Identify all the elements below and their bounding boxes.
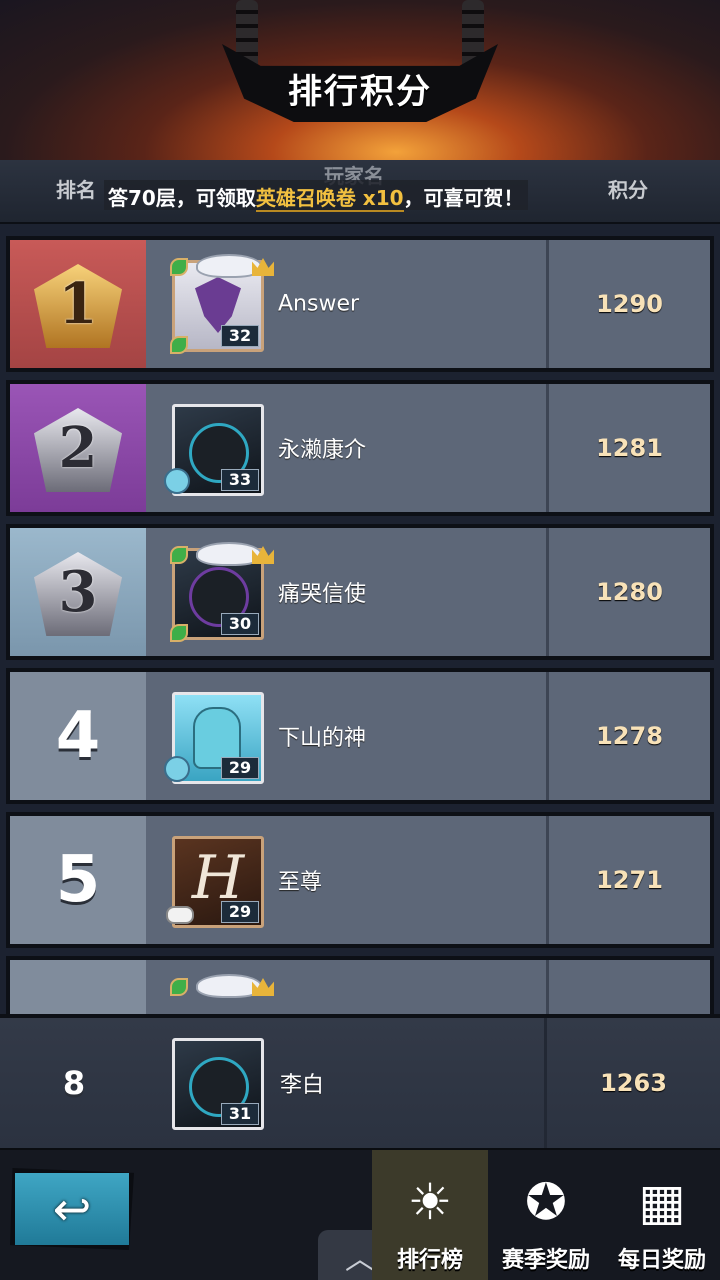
player-cell: H 29 至尊 <box>146 816 546 944</box>
gamepad-badge-icon <box>166 906 194 924</box>
gift-icon: ▦ <box>638 1173 686 1231</box>
score-value: 1271 <box>596 866 663 894</box>
table-row[interactable] <box>6 956 714 1016</box>
rank-number: 1 <box>58 271 98 337</box>
player-cell: 30 痛哭信使 <box>146 528 546 656</box>
player-cell: 29 下山的神 <box>146 672 546 800</box>
score-value: 1278 <box>596 722 663 750</box>
sun-icon: ☀ <box>407 1173 453 1231</box>
score-cell: 1280 <box>546 528 710 656</box>
score-cell: 1271 <box>546 816 710 944</box>
score-cell: 1281 <box>546 384 710 512</box>
rank-cell <box>10 960 146 1016</box>
back-arrow-icon: ↩ <box>52 1182 92 1236</box>
player-name: 永濑康介 <box>278 438 367 463</box>
leaf-icon <box>170 258 188 276</box>
marquee-highlight: 英雄召唤卷 x10 <box>255 186 404 212</box>
silver-medal-icon: 3 <box>26 540 130 644</box>
ranking-list[interactable]: 1 32 Answer 1290 2 33 永濑康介 1281 3 30 痛哭信… <box>0 232 720 1016</box>
my-player-name: 李白 <box>280 1073 325 1098</box>
leaf-icon <box>170 624 188 642</box>
score-cell: 1278 <box>546 672 710 800</box>
my-avatar[interactable]: 31 <box>172 1038 264 1130</box>
player-cell: 32 Answer <box>146 240 546 368</box>
rank-cell: 3 <box>10 528 146 656</box>
tab-daily-rewards[interactable]: ▦ 每日奖励 <box>604 1150 720 1280</box>
announcement-marquee: 答70层，可领取英雄召唤卷 x10，可喜可贺！ <box>104 180 528 212</box>
rank-number: 5 <box>55 843 101 917</box>
table-row[interactable]: 5 H 29 至尊 1271 <box>6 812 714 948</box>
bottom-bar: ↩ ︿ ☀ 排行榜 ✪ 赛季奖励 ▦ 每日奖励 <box>0 1148 720 1280</box>
player-name: 至尊 <box>278 870 323 895</box>
rank-cell: 4 <box>10 672 146 800</box>
my-rank-number: 8 <box>62 1064 86 1102</box>
gold-medal-icon: 1 <box>26 252 130 356</box>
column-rank: 排名 <box>56 178 96 202</box>
leaf-icon <box>170 546 188 564</box>
player-name: 痛哭信使 <box>278 582 367 607</box>
tab-leaderboard[interactable]: ☀ 排行榜 <box>372 1150 488 1280</box>
my-score-cell: 1263 <box>544 1018 720 1148</box>
level-badge: 29 <box>221 901 259 923</box>
score-cell: 1290 <box>546 240 710 368</box>
table-row[interactable]: 4 29 下山的神 1278 <box>6 668 714 804</box>
header-banner: 排行积分 <box>0 0 720 160</box>
player-name: 下山的神 <box>278 726 367 751</box>
dino-badge-icon <box>164 756 190 782</box>
my-rank-cell: 8 <box>0 1018 148 1148</box>
table-row[interactable]: 1 32 Answer 1290 <box>6 236 714 372</box>
page-title: 排行积分 <box>288 72 432 112</box>
my-score-value: 1263 <box>600 1069 667 1097</box>
my-ranking-row[interactable]: 8 31 李白 1263 <box>0 1014 720 1148</box>
score-value: 1281 <box>596 434 663 462</box>
rank-cell: 1 <box>10 240 146 368</box>
rank-cell: 5 <box>10 816 146 944</box>
level-badge: 31 <box>221 1103 259 1125</box>
rank-number: 2 <box>58 415 98 481</box>
tab-label: 每日奖励 <box>617 1248 706 1273</box>
player-cell: 33 永濑康介 <box>146 384 546 512</box>
level-badge: 30 <box>221 613 259 635</box>
table-row[interactable]: 2 33 永濑康介 1281 <box>6 380 714 516</box>
tab-label: 赛季奖励 <box>501 1248 590 1273</box>
player-name: Answer <box>278 291 360 317</box>
marquee-suffix: ，可喜可贺！ <box>403 186 524 210</box>
purple-medal-icon: 2 <box>26 396 130 500</box>
marquee-prefix: 答70层，可领取 <box>108 186 256 210</box>
level-badge: 33 <box>221 469 259 491</box>
score-cell <box>546 960 710 1016</box>
back-button[interactable]: ↩ <box>10 1168 134 1250</box>
level-badge: 32 <box>221 325 259 347</box>
rank-number: 4 <box>55 699 101 773</box>
my-player-cell: 31 李白 <box>148 1018 544 1148</box>
table-row[interactable]: 3 30 痛哭信使 1280 <box>6 524 714 660</box>
leaf-icon <box>170 336 188 354</box>
leaf-icon <box>170 978 188 996</box>
score-value: 1280 <box>596 578 663 606</box>
chevron-up-icon: ︿ <box>345 1242 375 1277</box>
rank-number: 3 <box>58 559 98 625</box>
tab-season-rewards[interactable]: ✪ 赛季奖励 <box>488 1150 604 1280</box>
level-badge: 29 <box>221 757 259 779</box>
score-value: 1290 <box>596 290 663 318</box>
column-score: 积分 <box>608 178 648 202</box>
rank-cell: 2 <box>10 384 146 512</box>
flame-emblem-icon: ✪ <box>525 1173 567 1231</box>
player-cell <box>146 960 546 1016</box>
dino-badge-icon <box>164 468 190 494</box>
tab-label: 排行榜 <box>396 1248 463 1273</box>
